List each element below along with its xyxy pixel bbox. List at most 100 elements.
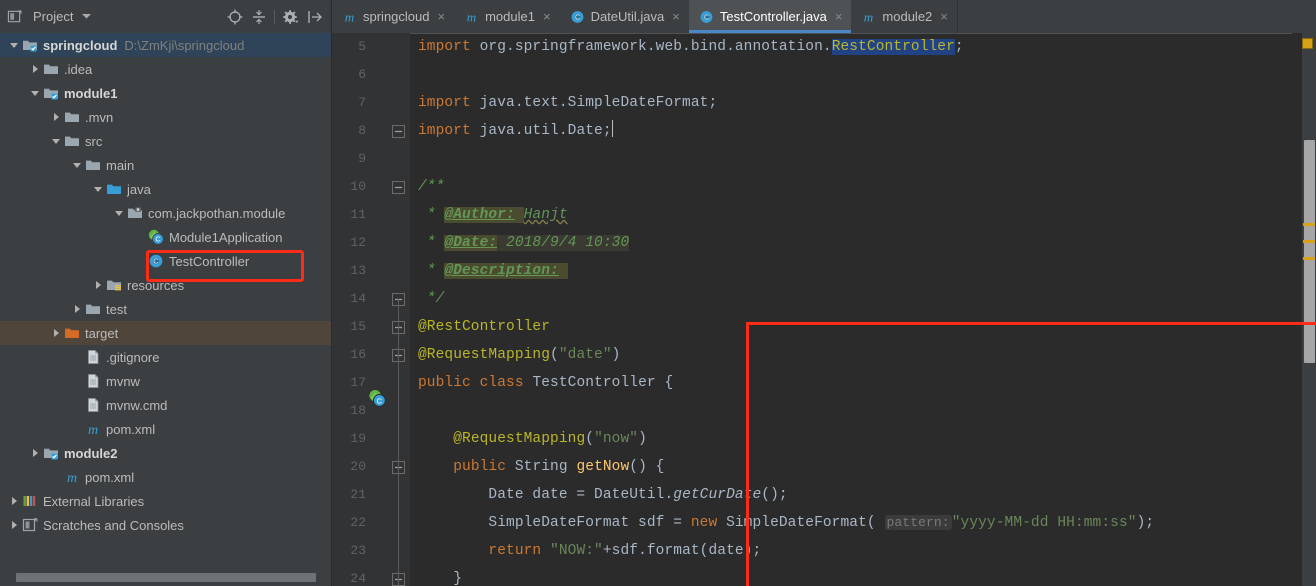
tree-node-test[interactable]: test xyxy=(0,297,331,321)
run-class-gutter-icon[interactable]: C xyxy=(368,389,386,407)
tree-node-module2[interactable]: module2 xyxy=(0,441,331,465)
chevron-right-icon[interactable] xyxy=(71,304,82,315)
code-token: "date" xyxy=(558,347,612,363)
editor-tab-testcontroller-java[interactable]: C TestController.java × xyxy=(688,0,852,33)
chevron-right-icon[interactable] xyxy=(50,112,61,123)
chevron-right-icon[interactable] xyxy=(8,520,19,531)
code-line[interactable]: import org.springframework.web.bind.anno… xyxy=(418,33,964,61)
editor-marker-scrollbar[interactable] xyxy=(1302,33,1316,586)
code-line[interactable]: import java.text.SimpleDateFormat; xyxy=(418,89,717,117)
code-editor[interactable]: 5 6 7 8 9 10 11 12 13 14 15 16 17 18 19 20 21 22 23 24 C im… xyxy=(332,33,1316,586)
code-line[interactable]: return "NOW:"+sdf.format(date); xyxy=(418,537,761,565)
chevron-right-icon[interactable] xyxy=(29,64,40,75)
warning-mark[interactable] xyxy=(1303,240,1315,243)
tree-node-label: mvnw.cmd xyxy=(106,397,168,413)
collapse-all-icon[interactable] xyxy=(250,8,267,25)
tabbar-empty-space xyxy=(956,0,1316,33)
code-line[interactable]: * @Author: Hanjt xyxy=(418,201,568,229)
tree-node-label: mvnw xyxy=(106,373,140,389)
tree-node--idea[interactable]: .idea xyxy=(0,57,331,81)
warning-status-marker[interactable] xyxy=(1302,38,1313,49)
tree-node-external-libraries[interactable]: External Libraries xyxy=(0,489,331,513)
chevron-down-icon[interactable] xyxy=(82,12,92,21)
tree-node--mvn[interactable]: .mvn xyxy=(0,105,331,129)
class-icon: C xyxy=(148,253,164,269)
code-line[interactable]: /** xyxy=(418,173,444,201)
code-token: public xyxy=(453,459,507,475)
tree-node-scratches-and-consoles[interactable]: Scratches and Consoles xyxy=(0,513,331,537)
project-hscrollbar-thumb[interactable] xyxy=(16,573,316,582)
chevron-right-icon[interactable] xyxy=(50,328,61,339)
chevron-down-icon[interactable] xyxy=(8,40,19,51)
code-line[interactable]: public String getNow() { xyxy=(418,453,665,481)
tree-node-com-jackpothan-module[interactable]: com.jackpothan.module xyxy=(0,201,331,225)
maven-icon: m xyxy=(64,469,80,485)
tree-node-main[interactable]: main xyxy=(0,153,331,177)
scroll-from-source-icon[interactable] xyxy=(226,8,243,25)
tree-node-label: src xyxy=(85,133,103,149)
code-line[interactable]: import java.util.Date; xyxy=(418,117,613,145)
chevron-right-icon[interactable] xyxy=(29,448,40,459)
code-line[interactable]: @RestController xyxy=(418,313,550,341)
code-line[interactable]: Date date = DateUtil.getCurDate(); xyxy=(418,481,788,509)
tree-node-src[interactable]: src xyxy=(0,129,331,153)
chevron-down-icon[interactable] xyxy=(29,88,40,99)
code-line[interactable]: */ xyxy=(418,285,445,313)
tree-node-resources[interactable]: resources xyxy=(0,273,331,297)
class-icon: C xyxy=(570,9,585,24)
chevron-down-icon[interactable] xyxy=(113,208,124,219)
tree-node-module1application[interactable]: C Module1Application xyxy=(0,225,331,249)
close-icon[interactable]: × xyxy=(940,10,948,23)
tree-node-mvnw-cmd[interactable]: mvnw.cmd xyxy=(0,393,331,417)
code-line[interactable]: @RequestMapping("now") xyxy=(418,425,647,453)
editor-tab-label: TestController.java xyxy=(719,9,827,24)
tree-node-pom-xml[interactable]: m pom.xml xyxy=(0,465,331,489)
warning-mark[interactable] xyxy=(1303,257,1315,260)
tree-node-pom-xml[interactable]: m pom.xml xyxy=(0,417,331,441)
editor-tab-module1[interactable]: m module1 × xyxy=(454,0,559,33)
warning-mark[interactable] xyxy=(1303,223,1315,226)
close-icon[interactable]: × xyxy=(672,10,680,23)
tree-node-springcloud[interactable]: springcloud D:\ZmKji\springcloud xyxy=(0,33,331,57)
code-line[interactable]: public class TestController { xyxy=(418,369,673,397)
editor-tab-label: DateUtil.java xyxy=(590,9,665,24)
editor-gutter[interactable]: 5 6 7 8 9 10 11 12 13 14 15 16 17 18 19 20 21 22 23 24 xyxy=(332,33,410,586)
editor-vscrollbar-thumb[interactable] xyxy=(1304,140,1315,363)
chevron-down-icon[interactable] xyxy=(71,160,82,171)
editor-tab-dateutil-java[interactable]: C DateUtil.java × xyxy=(560,0,689,33)
code-line[interactable]: SimpleDateFormat sdf = new SimpleDateFor… xyxy=(418,509,1154,537)
code-line[interactable]: * @Description: xyxy=(418,257,568,285)
tree-node-testcontroller[interactable]: C TestController xyxy=(0,249,331,273)
chevron-down-icon[interactable] xyxy=(50,136,61,147)
code-fold-toggle[interactable] xyxy=(392,181,405,194)
tree-node-target[interactable]: target xyxy=(0,321,331,345)
tree-node-label: module1 xyxy=(64,85,118,101)
code-line[interactable]: } xyxy=(418,565,462,586)
line-number: 23 xyxy=(350,543,366,558)
code-line[interactable]: * @Date: 2018/9/4 10:30 xyxy=(418,229,630,257)
close-icon[interactable]: × xyxy=(438,10,446,23)
settings-gear-icon[interactable] xyxy=(282,8,299,25)
tree-node-module1[interactable]: module1 xyxy=(0,81,331,105)
tree-node-mvnw[interactable]: mvnw xyxy=(0,369,331,393)
editor-tab-module2[interactable]: m module2 × xyxy=(851,0,956,33)
tree-node--gitignore[interactable]: .gitignore xyxy=(0,345,331,369)
tree-node-label: pom.xml xyxy=(106,421,156,437)
code-fold-toggle[interactable] xyxy=(392,125,405,138)
toolbar-divider xyxy=(274,9,275,24)
close-icon[interactable]: × xyxy=(543,10,551,23)
chevron-down-icon[interactable] xyxy=(92,184,103,195)
project-title-button[interactable]: Project xyxy=(6,9,92,25)
code-text-layer[interactable]: import org.springframework.web.bind.anno… xyxy=(410,33,1316,586)
tree-node-java[interactable]: java xyxy=(0,177,331,201)
editor-tab-springcloud[interactable]: m springcloud × xyxy=(332,0,454,33)
editor-tabbar[interactable]: m springcloud × m module1 × C DateUtil.java × C Te… xyxy=(332,0,1316,33)
hide-window-icon[interactable] xyxy=(306,8,323,25)
close-icon[interactable]: × xyxy=(835,10,843,23)
line-number: 21 xyxy=(350,487,366,502)
svg-text:m: m xyxy=(345,9,354,24)
chevron-right-icon[interactable] xyxy=(8,496,19,507)
chevron-right-icon[interactable] xyxy=(92,280,103,291)
project-tree[interactable]: springcloud D:\ZmKji\springcloud .idea modu… xyxy=(0,33,331,586)
code-line[interactable]: @RequestMapping("date") xyxy=(418,341,620,369)
